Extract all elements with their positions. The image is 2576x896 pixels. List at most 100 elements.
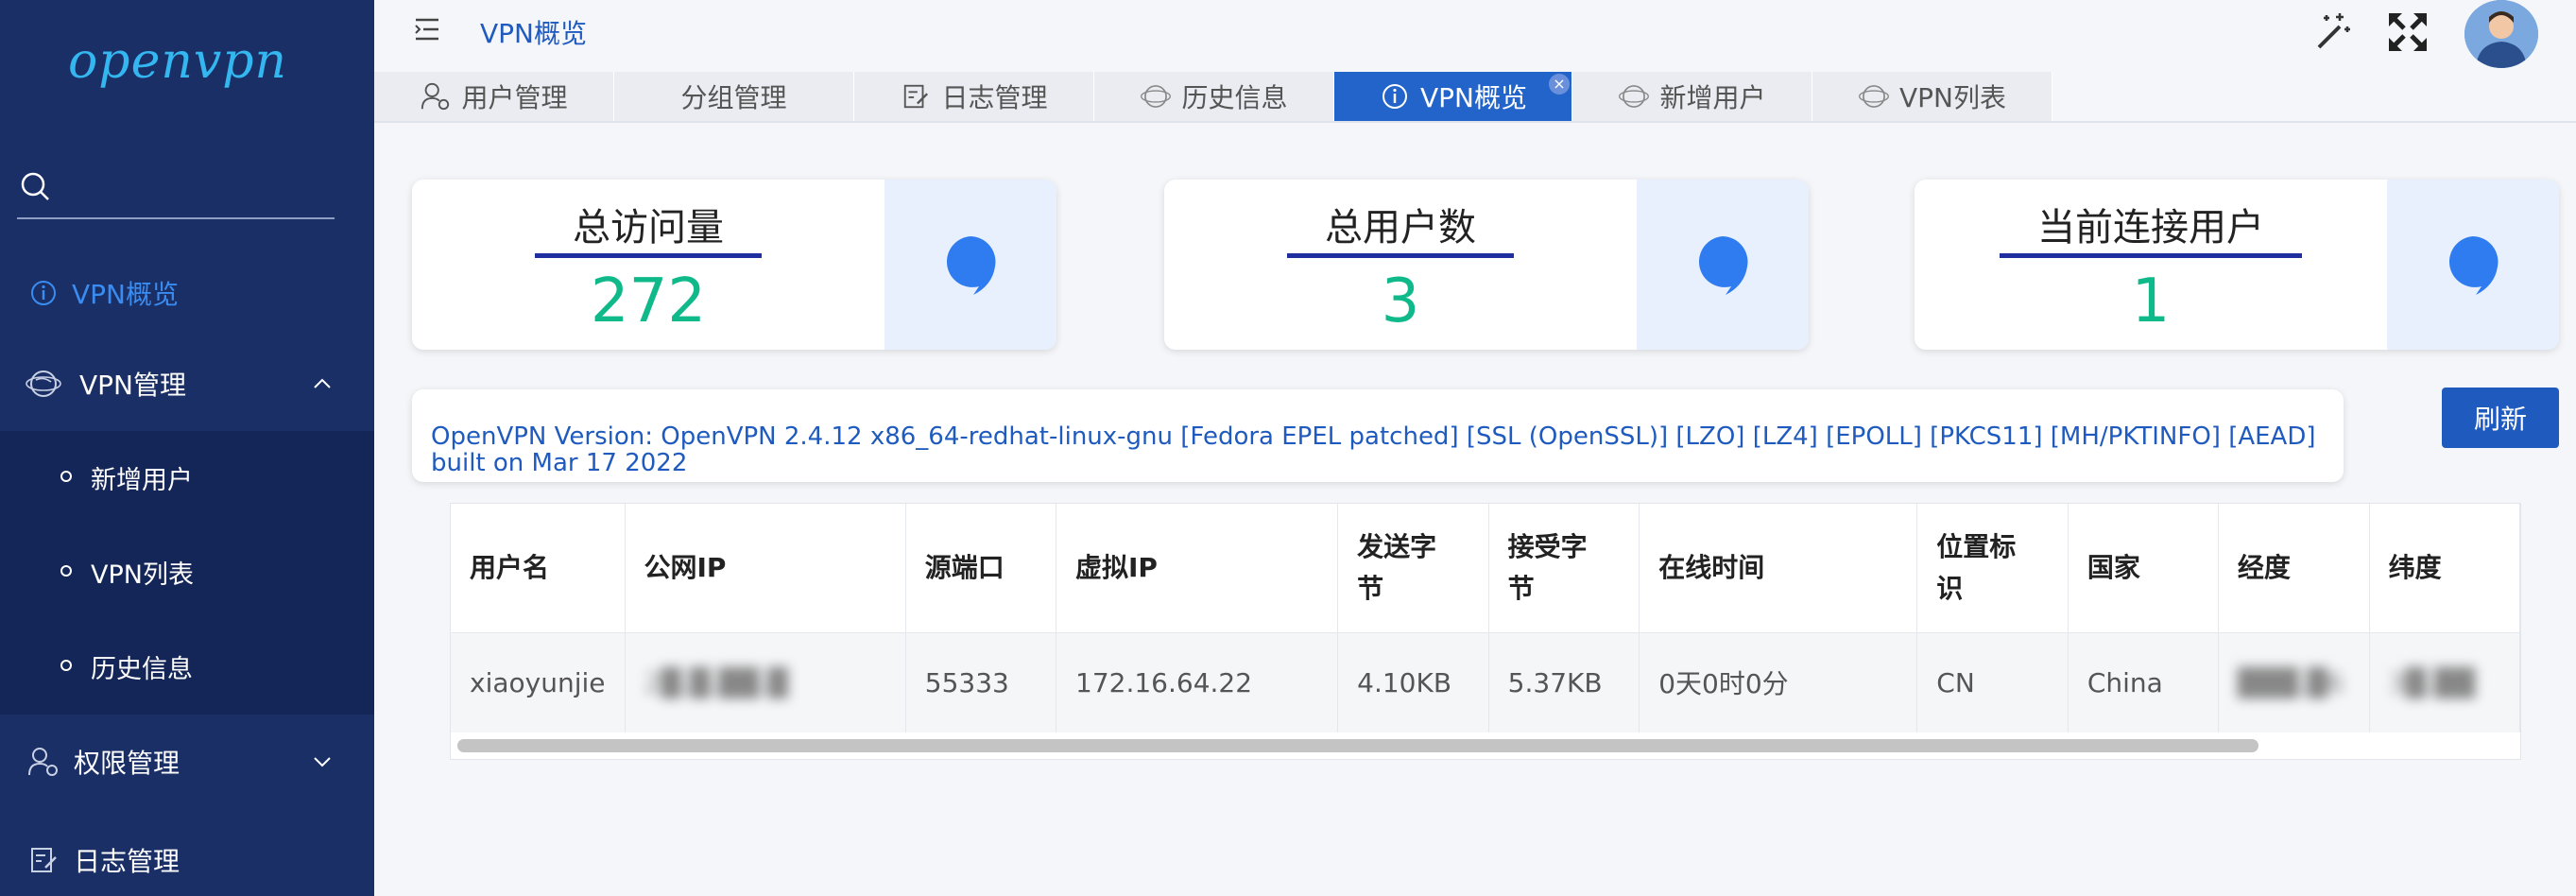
avatar[interactable] bbox=[2464, 0, 2538, 68]
chat-bubble-icon bbox=[1698, 236, 1748, 295]
chat-bubble-icon bbox=[2448, 236, 2499, 295]
cell-latitude: 3█.██ bbox=[2369, 631, 2520, 732]
tab-close-icon[interactable]: × bbox=[1549, 74, 1570, 95]
column-header[interactable]: 用户名 bbox=[451, 504, 626, 632]
column-header[interactable]: 国家 bbox=[2068, 504, 2219, 632]
cell-bytes-sent: 4.10KB bbox=[1337, 631, 1489, 732]
tab-add-user[interactable]: 新增用户 bbox=[1572, 72, 1812, 121]
stat-title: 总用户数 bbox=[1164, 197, 1637, 258]
tab-label: VPN概览 bbox=[1420, 82, 1527, 113]
sidebar-item-vpn-management[interactable]: VPN管理 bbox=[0, 365, 374, 403]
tab-history[interactable]: 历史信息 bbox=[1094, 72, 1334, 121]
sidebar-subitem-add-user[interactable]: 新增用户 bbox=[0, 459, 374, 497]
magic-wand-icon[interactable] bbox=[2311, 9, 2355, 53]
sidebar-item-vpn-overview[interactable]: VPN概览 bbox=[0, 274, 374, 312]
stat-card-total-visits: 总访问量 272 bbox=[412, 180, 1056, 350]
stat-title: 总访问量 bbox=[412, 197, 884, 258]
table-header-row: 用户名 公网IP 源端口 虚拟IP 发送字节 接受字节 在线时间 位置标识 国家… bbox=[451, 504, 2520, 632]
stat-card-body: 当前连接用户 1 bbox=[1915, 180, 2387, 350]
sidebar-item-label: VPN概览 bbox=[72, 279, 179, 310]
sidebar-item-logs[interactable]: 日志管理 bbox=[0, 841, 374, 879]
logo[interactable]: openvpn bbox=[68, 33, 287, 90]
search-input[interactable] bbox=[60, 166, 325, 208]
stat-title: 当前连接用户 bbox=[1915, 197, 2387, 258]
version-info: OpenVPN Version: OpenVPN 2.4.12 x86_64-r… bbox=[412, 389, 2344, 482]
bullet-icon bbox=[60, 471, 72, 482]
cell-location-code: CN bbox=[1916, 631, 2069, 732]
globe-icon bbox=[25, 365, 62, 403]
tab-vpn-overview[interactable]: VPN概览 × bbox=[1334, 72, 1572, 121]
tab-label: 新增用户 bbox=[1659, 82, 1766, 113]
cell-online-time: 0天0时0分 bbox=[1639, 631, 1918, 732]
stat-icon-panel bbox=[2387, 180, 2559, 350]
sidebar-subitem-label: 新增用户 bbox=[91, 466, 193, 495]
column-header[interactable]: 位置标识 bbox=[1916, 504, 2069, 632]
user-gear-icon bbox=[420, 80, 452, 112]
globe-icon bbox=[1140, 80, 1172, 112]
chat-bubble-icon bbox=[946, 236, 996, 295]
stat-value: 1 bbox=[2131, 267, 2171, 336]
column-header[interactable]: 经度 bbox=[2218, 504, 2370, 632]
edit-log-icon bbox=[25, 841, 62, 879]
stat-card-total-users: 总用户数 3 bbox=[1164, 180, 1809, 350]
tab-label: 日志管理 bbox=[941, 82, 1048, 113]
column-header[interactable]: 在线时间 bbox=[1639, 504, 1918, 632]
column-header[interactable]: 发送字节 bbox=[1337, 504, 1489, 632]
search-icon[interactable] bbox=[19, 170, 51, 202]
stat-card-body: 总用户数 3 bbox=[1164, 180, 1637, 350]
bullet-icon bbox=[60, 565, 72, 577]
top-header: VPN概览 bbox=[374, 0, 2576, 68]
tab-label: 分组管理 bbox=[680, 82, 787, 113]
sidebar-item-permissions[interactable]: 权限管理 bbox=[0, 743, 374, 781]
sidebar-subitem-history[interactable]: 历史信息 bbox=[0, 648, 374, 686]
connections-table: 用户名 公网IP 源端口 虚拟IP 发送字节 接受字节 在线时间 位置标识 国家… bbox=[450, 503, 2521, 760]
bullet-icon bbox=[60, 660, 72, 671]
stat-icon-panel bbox=[884, 180, 1056, 350]
column-header[interactable]: 源端口 bbox=[905, 504, 1057, 632]
sidebar-subitem-vpn-list[interactable]: VPN列表 bbox=[0, 554, 374, 592]
logo-area: openvpn bbox=[0, 0, 374, 123]
column-header[interactable]: 公网IP bbox=[625, 504, 906, 632]
sidebar-subitem-label: VPN列表 bbox=[91, 560, 194, 590]
globe-icon bbox=[1618, 80, 1650, 112]
fullscreen-icon[interactable] bbox=[2385, 9, 2430, 55]
sidebar-subitem-label: 历史信息 bbox=[91, 655, 193, 684]
cell-username: xiaoyunjie bbox=[451, 631, 626, 732]
stat-icon-panel bbox=[1637, 180, 1809, 350]
cell-country: China bbox=[2068, 631, 2219, 732]
menu-toggle-icon[interactable] bbox=[414, 17, 442, 42]
stat-card-connected-users: 当前连接用户 1 bbox=[1915, 180, 2559, 350]
tab-divider bbox=[374, 121, 2576, 123]
horizontal-scrollbar[interactable] bbox=[457, 739, 2258, 752]
version-text: OpenVPN Version: OpenVPN 2.4.12 x86_64-r… bbox=[431, 422, 2316, 477]
refresh-button[interactable]: 刷新 bbox=[2442, 388, 2559, 448]
cell-public-ip: 2█.█.██.█ bbox=[625, 631, 906, 732]
cell-virtual-ip: 172.16.64.22 bbox=[1056, 631, 1339, 732]
edit-log-icon bbox=[900, 80, 932, 112]
globe-icon bbox=[1858, 80, 1890, 112]
sidebar-item-label: VPN管理 bbox=[79, 370, 186, 401]
tab-label: VPN列表 bbox=[1899, 82, 2006, 113]
tab-bar: 用户管理 分组管理 日志管理 历史信息 VPN概览 × 新增用户 VPN列表 bbox=[374, 72, 2576, 121]
column-header[interactable]: 虚拟IP bbox=[1056, 504, 1339, 632]
tab-group-management[interactable]: 分组管理 bbox=[614, 72, 854, 121]
tab-vpn-list[interactable]: VPN列表 bbox=[1812, 72, 2052, 121]
column-header[interactable]: 纬度 bbox=[2369, 504, 2520, 632]
table-row[interactable]: xiaoyunjie 2█.█.██.█ 55333 172.16.64.22 … bbox=[451, 631, 2520, 732]
tab-user-management[interactable]: 用户管理 bbox=[374, 72, 614, 121]
tab-log-management[interactable]: 日志管理 bbox=[854, 72, 1094, 121]
tab-label: 用户管理 bbox=[461, 82, 568, 113]
column-header[interactable]: 接受字节 bbox=[1488, 504, 1640, 632]
cell-bytes-received: 5.37KB bbox=[1488, 631, 1640, 732]
sidebar-search bbox=[0, 123, 374, 255]
cell-source-port: 55333 bbox=[905, 631, 1057, 732]
sidebar: openvpn VPN概览 VPN管理 新增用户 VPN列表 历史信息 权限管理… bbox=[0, 0, 374, 896]
cell-longitude: ███.█6 bbox=[2218, 631, 2370, 732]
sidebar-item-label: 权限管理 bbox=[74, 748, 180, 779]
search-underline bbox=[17, 217, 335, 219]
chevron-down-icon bbox=[314, 757, 331, 767]
stat-value: 3 bbox=[1381, 267, 1420, 336]
stat-value: 272 bbox=[590, 267, 707, 336]
tab-label: 历史信息 bbox=[1181, 82, 1288, 113]
info-icon bbox=[1379, 80, 1411, 112]
